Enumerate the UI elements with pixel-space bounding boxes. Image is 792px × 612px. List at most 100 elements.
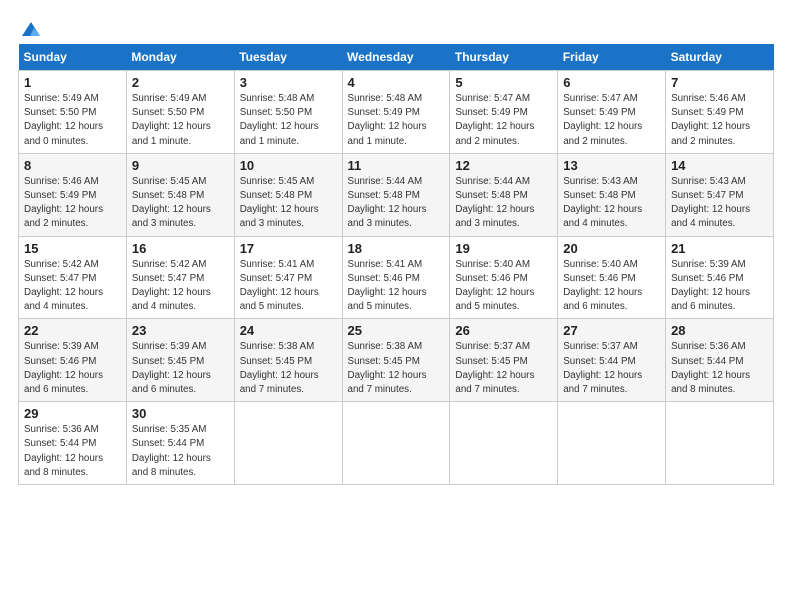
calendar-header-tuesday: Tuesday [234, 44, 342, 71]
calendar-day-5: 5 Sunrise: 5:47 AM Sunset: 5:49 PM Daylig… [450, 71, 558, 154]
day-info: Sunrise: 5:38 AM Sunset: 5:45 PM Dayligh… [240, 340, 337, 397]
day-number: 8 [24, 158, 121, 173]
calendar-table: SundayMondayTuesdayWednesdayThursdayFrid… [18, 44, 774, 485]
calendar-day-8: 8 Sunrise: 5:46 AM Sunset: 5:49 PM Daylig… [19, 153, 127, 236]
calendar-day-20: 20 Sunrise: 5:40 AM Sunset: 5:46 PM Dayli… [558, 236, 666, 319]
calendar-day-12: 12 Sunrise: 5:44 AM Sunset: 5:48 PM Dayli… [450, 153, 558, 236]
day-number: 29 [24, 406, 121, 421]
calendar-day-30: 30 Sunrise: 5:35 AM Sunset: 5:44 PM Dayli… [126, 402, 234, 485]
day-number: 20 [563, 241, 660, 256]
day-info: Sunrise: 5:46 AM Sunset: 5:49 PM Dayligh… [24, 175, 121, 232]
day-info: Sunrise: 5:40 AM Sunset: 5:46 PM Dayligh… [455, 258, 552, 315]
day-number: 1 [24, 75, 121, 90]
day-number: 22 [24, 323, 121, 338]
day-info: Sunrise: 5:45 AM Sunset: 5:48 PM Dayligh… [132, 175, 229, 232]
calendar-header-friday: Friday [558, 44, 666, 71]
day-number: 12 [455, 158, 552, 173]
empty-cell [666, 402, 774, 485]
calendar-day-11: 11Sunrise: 5:44 AM Sunset: 5:48 PM Dayli… [342, 153, 450, 236]
calendar-header-saturday: Saturday [666, 44, 774, 71]
day-info: Sunrise: 5:35 AM Sunset: 5:44 PM Dayligh… [132, 423, 229, 480]
calendar-day-29: 29 Sunrise: 5:36 AM Sunset: 5:44 PM Dayli… [19, 402, 127, 485]
header [18, 18, 774, 36]
day-info: Sunrise: 5:47 AM Sunset: 5:49 PM Dayligh… [563, 92, 660, 149]
calendar-day-6: 6 Sunrise: 5:47 AM Sunset: 5:49 PM Daylig… [558, 71, 666, 154]
day-number: 11 [348, 158, 445, 173]
day-number: 25 [348, 323, 445, 338]
calendar-day-26: 26 Sunrise: 5:37 AM Sunset: 5:45 PM Dayli… [450, 319, 558, 402]
logo [18, 18, 42, 36]
calendar-day-2: 2 Sunrise: 5:49 AM Sunset: 5:50 PM Daylig… [126, 71, 234, 154]
day-number: 24 [240, 323, 337, 338]
calendar-header-wednesday: Wednesday [342, 44, 450, 71]
day-info: Sunrise: 5:43 AM Sunset: 5:48 PM Dayligh… [563, 175, 660, 232]
calendar-day-15: 15Sunrise: 5:42 AM Sunset: 5:47 PM Dayli… [19, 236, 127, 319]
day-number: 14 [671, 158, 768, 173]
day-info: Sunrise: 5:40 AM Sunset: 5:46 PM Dayligh… [563, 258, 660, 315]
empty-cell [234, 402, 342, 485]
calendar-day-22: 22 Sunrise: 5:39 AM Sunset: 5:46 PM Dayli… [19, 319, 127, 402]
day-info: Sunrise: 5:42 AM Sunset: 5:47 PM Dayligh… [24, 258, 121, 315]
day-number: 5 [455, 75, 552, 90]
calendar-day-23: 23 Sunrise: 5:39 AM Sunset: 5:45 PM Dayli… [126, 319, 234, 402]
calendar-day-14: 14 Sunrise: 5:43 AM Sunset: 5:47 PM Dayli… [666, 153, 774, 236]
day-info: Sunrise: 5:39 AM Sunset: 5:46 PM Dayligh… [671, 258, 768, 315]
day-number: 16 [132, 241, 229, 256]
calendar-day-28: 28 Sunrise: 5:36 AM Sunset: 5:44 PM Dayli… [666, 319, 774, 402]
empty-cell [342, 402, 450, 485]
calendar-day-7: 7Sunrise: 5:46 AM Sunset: 5:49 PM Daylig… [666, 71, 774, 154]
day-number: 4 [348, 75, 445, 90]
day-info: Sunrise: 5:42 AM Sunset: 5:47 PM Dayligh… [132, 258, 229, 315]
empty-cell [450, 402, 558, 485]
calendar-header-row: SundayMondayTuesdayWednesdayThursdayFrid… [19, 44, 774, 71]
day-info: Sunrise: 5:37 AM Sunset: 5:45 PM Dayligh… [455, 340, 552, 397]
day-number: 21 [671, 241, 768, 256]
day-number: 9 [132, 158, 229, 173]
day-info: Sunrise: 5:39 AM Sunset: 5:45 PM Dayligh… [132, 340, 229, 397]
day-info: Sunrise: 5:45 AM Sunset: 5:48 PM Dayligh… [240, 175, 337, 232]
day-info: Sunrise: 5:47 AM Sunset: 5:49 PM Dayligh… [455, 92, 552, 149]
calendar-header-sunday: Sunday [19, 44, 127, 71]
day-number: 28 [671, 323, 768, 338]
logo-line [18, 18, 42, 40]
calendar-week-4: 22 Sunrise: 5:39 AM Sunset: 5:46 PM Dayli… [19, 319, 774, 402]
logo-bird-icon [20, 18, 42, 40]
calendar-week-2: 8 Sunrise: 5:46 AM Sunset: 5:49 PM Daylig… [19, 153, 774, 236]
day-number: 19 [455, 241, 552, 256]
day-number: 7 [671, 75, 768, 90]
calendar-day-18: 18Sunrise: 5:41 AM Sunset: 5:46 PM Dayli… [342, 236, 450, 319]
day-info: Sunrise: 5:43 AM Sunset: 5:47 PM Dayligh… [671, 175, 768, 232]
day-info: Sunrise: 5:36 AM Sunset: 5:44 PM Dayligh… [24, 423, 121, 480]
calendar-day-9: 9 Sunrise: 5:45 AM Sunset: 5:48 PM Daylig… [126, 153, 234, 236]
day-info: Sunrise: 5:41 AM Sunset: 5:47 PM Dayligh… [240, 258, 337, 315]
day-number: 6 [563, 75, 660, 90]
day-info: Sunrise: 5:38 AM Sunset: 5:45 PM Dayligh… [348, 340, 445, 397]
empty-cell [558, 402, 666, 485]
day-info: Sunrise: 5:44 AM Sunset: 5:48 PM Dayligh… [455, 175, 552, 232]
day-info: Sunrise: 5:36 AM Sunset: 5:44 PM Dayligh… [671, 340, 768, 397]
calendar-day-3: 3Sunrise: 5:48 AM Sunset: 5:50 PM Daylig… [234, 71, 342, 154]
day-info: Sunrise: 5:48 AM Sunset: 5:49 PM Dayligh… [348, 92, 445, 149]
day-number: 2 [132, 75, 229, 90]
day-number: 23 [132, 323, 229, 338]
calendar-week-5: 29 Sunrise: 5:36 AM Sunset: 5:44 PM Dayli… [19, 402, 774, 485]
day-info: Sunrise: 5:49 AM Sunset: 5:50 PM Dayligh… [24, 92, 121, 149]
calendar-header-thursday: Thursday [450, 44, 558, 71]
calendar-day-16: 16 Sunrise: 5:42 AM Sunset: 5:47 PM Dayli… [126, 236, 234, 319]
calendar-day-1: 1 Sunrise: 5:49 AM Sunset: 5:50 PM Daylig… [19, 71, 127, 154]
day-number: 26 [455, 323, 552, 338]
day-number: 30 [132, 406, 229, 421]
calendar-day-19: 19 Sunrise: 5:40 AM Sunset: 5:46 PM Dayli… [450, 236, 558, 319]
day-info: Sunrise: 5:48 AM Sunset: 5:50 PM Dayligh… [240, 92, 337, 149]
calendar-day-17: 17 Sunrise: 5:41 AM Sunset: 5:47 PM Dayli… [234, 236, 342, 319]
calendar-header-monday: Monday [126, 44, 234, 71]
calendar-day-4: 4 Sunrise: 5:48 AM Sunset: 5:49 PM Daylig… [342, 71, 450, 154]
calendar-day-13: 13 Sunrise: 5:43 AM Sunset: 5:48 PM Dayli… [558, 153, 666, 236]
calendar-day-24: 24 Sunrise: 5:38 AM Sunset: 5:45 PM Dayli… [234, 319, 342, 402]
day-number: 17 [240, 241, 337, 256]
calendar-day-10: 10Sunrise: 5:45 AM Sunset: 5:48 PM Dayli… [234, 153, 342, 236]
day-info: Sunrise: 5:49 AM Sunset: 5:50 PM Dayligh… [132, 92, 229, 149]
day-info: Sunrise: 5:39 AM Sunset: 5:46 PM Dayligh… [24, 340, 121, 397]
day-number: 13 [563, 158, 660, 173]
day-info: Sunrise: 5:41 AM Sunset: 5:46 PM Dayligh… [348, 258, 445, 315]
